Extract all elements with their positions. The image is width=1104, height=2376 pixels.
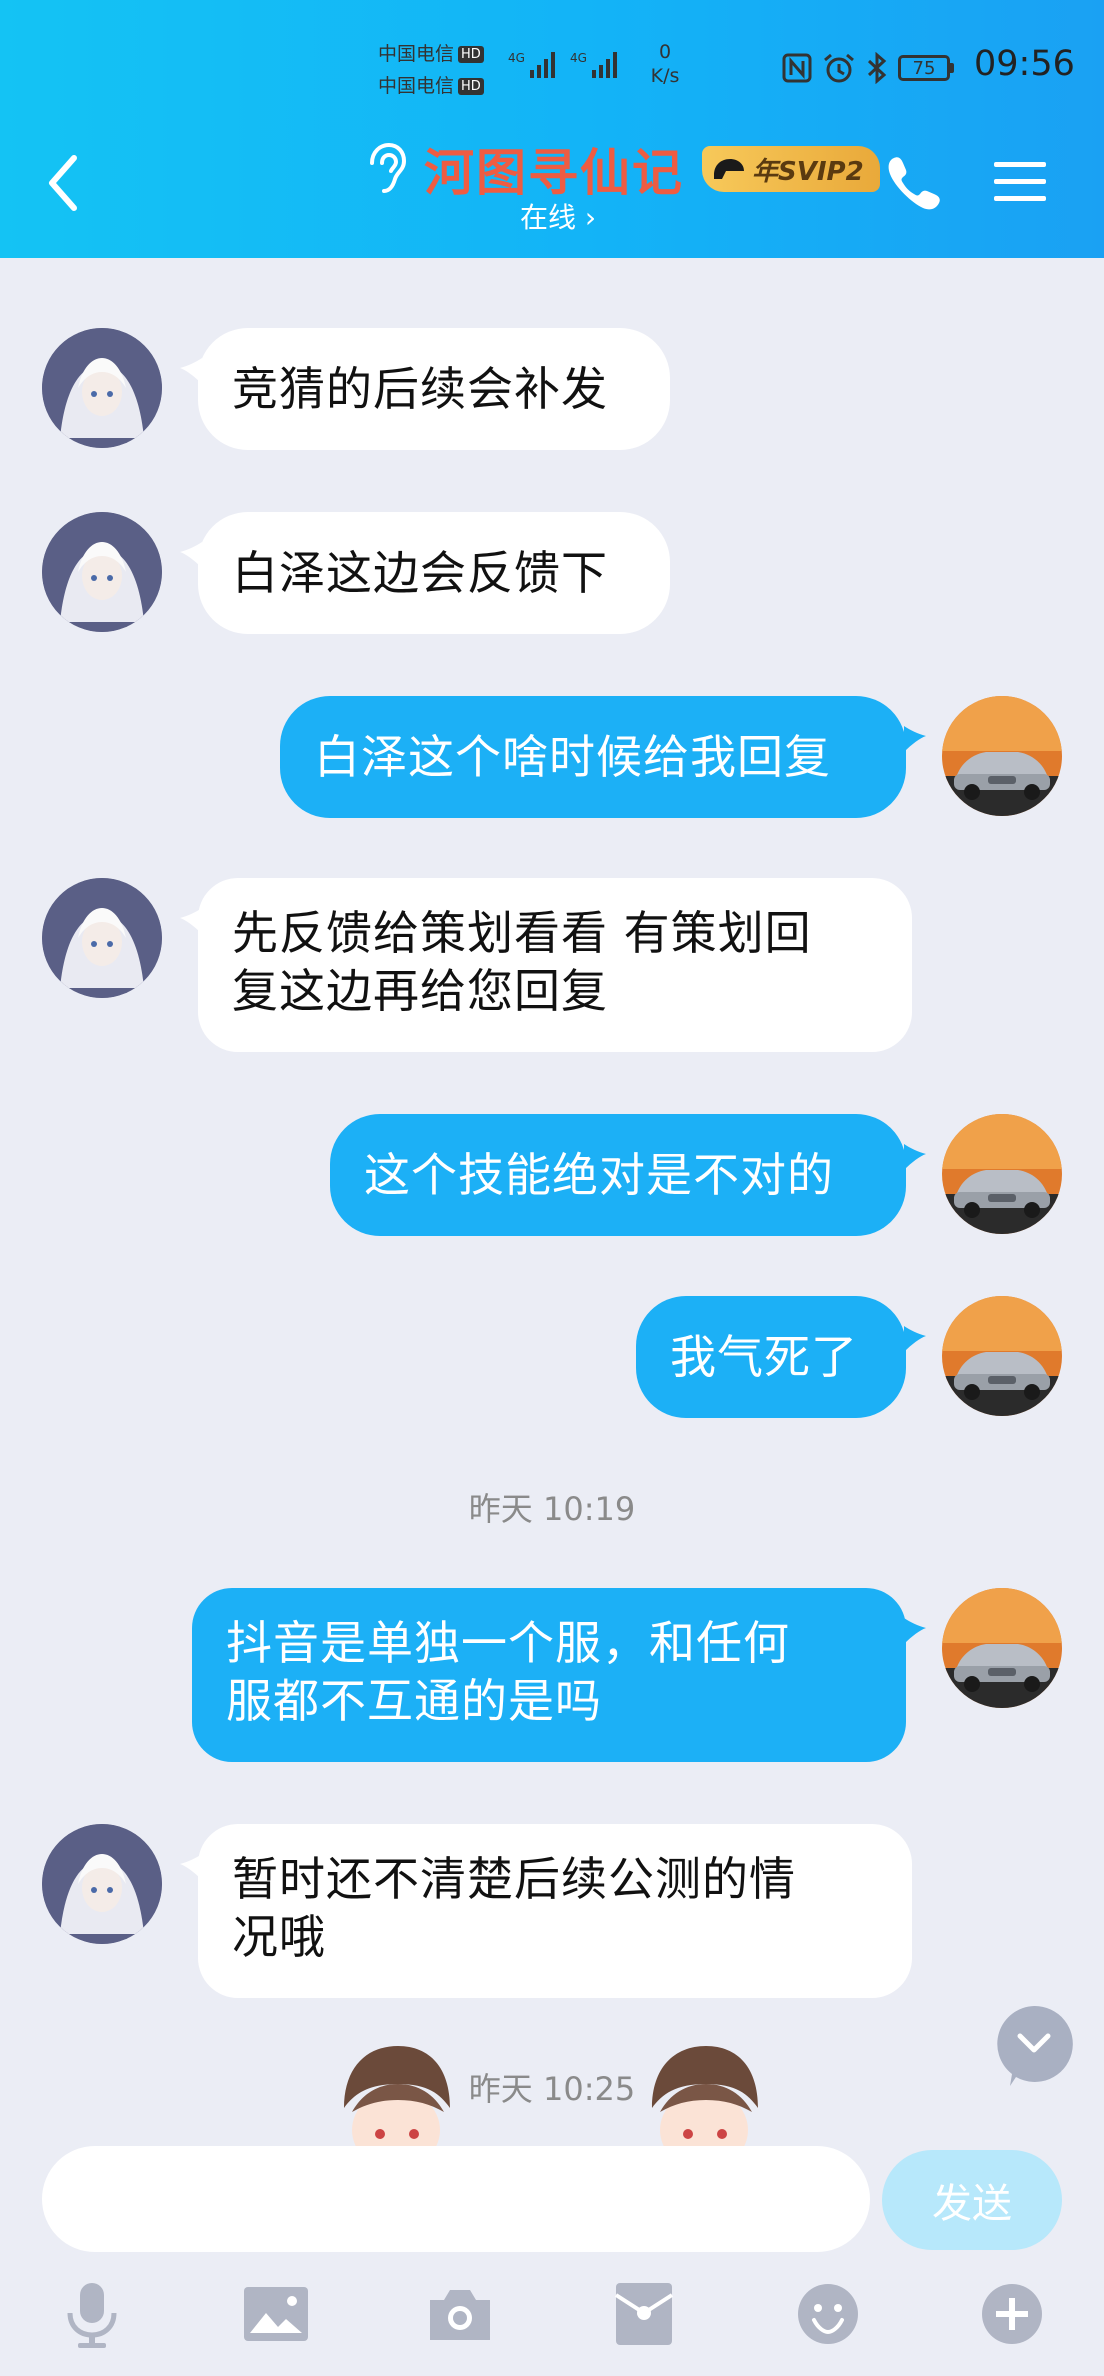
- back-button[interactable]: [40, 150, 92, 216]
- camera-icon: [430, 2290, 490, 2340]
- voice-button[interactable]: [52, 2274, 132, 2354]
- svip-badge: 年SVIP2: [702, 146, 880, 192]
- user-avatar[interactable]: [942, 1296, 1062, 1416]
- message-text: 竞猜的后续会补发: [232, 362, 608, 416]
- contact-avatar[interactable]: [42, 512, 162, 632]
- carrier-1: 中国电信: [378, 43, 455, 65]
- message-bubble-in[interactable]: 白泽这边会反馈下: [198, 512, 670, 634]
- carrier-2: 中国电信: [378, 75, 455, 97]
- input-area: 发送: [0, 2146, 1104, 2376]
- menu-button[interactable]: [992, 158, 1048, 206]
- battery-icon: 75: [898, 55, 954, 81]
- nfc-icon: [782, 53, 812, 83]
- message-text: 白泽这个啥时候给我回复: [314, 730, 831, 784]
- message-text-line: 况哦: [232, 1910, 326, 1964]
- net-speed-unit: K/s: [650, 65, 680, 87]
- hd-badge-2: HD: [458, 78, 484, 95]
- hd-badge-1: HD: [458, 46, 484, 63]
- message-text-line: 复这边再给您回复: [232, 964, 608, 1018]
- status-icons: 75: [782, 50, 954, 86]
- red-packet-button[interactable]: [604, 2274, 684, 2354]
- emoji-icon: [798, 2284, 858, 2344]
- message-text-line: 暂时还不清楚后续公测的情: [232, 1852, 796, 1906]
- message-bubble-out[interactable]: 白泽这个啥时候给我回复: [280, 696, 906, 818]
- microphone-icon: [67, 2283, 117, 2348]
- online-status[interactable]: 在线 ›: [520, 196, 596, 236]
- message-input[interactable]: [42, 2146, 870, 2252]
- scroll-to-bottom-button[interactable]: [992, 2002, 1076, 2086]
- message-text: 白泽这边会反馈下: [232, 546, 608, 600]
- message-text-line: 抖音是单独一个服，和任何: [226, 1616, 790, 1670]
- contact-avatar[interactable]: [42, 1824, 162, 1944]
- image-button[interactable]: [236, 2274, 316, 2354]
- battery-level: 75: [898, 55, 950, 81]
- carrier-info: 中国电信 HD 中国电信 HD: [378, 38, 484, 102]
- user-avatar[interactable]: [942, 1114, 1062, 1234]
- clock: 09:56: [974, 44, 1075, 84]
- message-timestamp: 昨天 10:19: [468, 1490, 636, 1528]
- ear-icon[interactable]: [360, 141, 406, 197]
- message-text-line: 先反馈给策划看看 有策划回: [232, 906, 812, 960]
- helmet-icon: [714, 159, 744, 179]
- net-speed: 0 K/s: [642, 40, 688, 88]
- svip-label: 年SVIP2: [752, 156, 864, 187]
- message-bubble-in[interactable]: 竞猜的后续会补发: [198, 328, 670, 450]
- emoji-button[interactable]: [788, 2274, 868, 2354]
- user-avatar[interactable]: [942, 696, 1062, 816]
- alarm-icon: [824, 53, 854, 83]
- signal-4g-icon-2: 4G: [570, 51, 617, 78]
- signal-4g-icon: 4G: [508, 51, 555, 78]
- bluetooth-icon: [867, 52, 887, 84]
- message-bubble-out[interactable]: 我气死了: [636, 1296, 906, 1418]
- message-text: 我气死了: [670, 1330, 858, 1384]
- contact-name: 河图寻仙记: [424, 144, 684, 202]
- sticker-preview: 昨天 10:25: [0, 2030, 1104, 2146]
- contact-avatar[interactable]: [42, 328, 162, 448]
- send-button[interactable]: 发送: [882, 2150, 1062, 2250]
- chat-toolbar: [0, 2274, 1104, 2364]
- message-bubble-in[interactable]: 先反馈给策划看看 有策划回 复这边再给您回复: [198, 878, 912, 1052]
- title-area[interactable]: 河图寻仙记 年SVIP2: [360, 138, 880, 202]
- message-text: 这个技能绝对是不对的: [364, 1148, 834, 1202]
- svg-text:4G: 4G: [508, 51, 525, 65]
- message-bubble-out[interactable]: 抖音是单独一个服，和任何 服都不互通的是吗: [192, 1588, 906, 1762]
- user-avatar[interactable]: [942, 1588, 1062, 1708]
- plus-icon: [982, 2284, 1042, 2344]
- contact-avatar[interactable]: [42, 878, 162, 998]
- more-button[interactable]: [972, 2274, 1052, 2354]
- chat-header: 中国电信 HD 中国电信 HD 4G 4G 0 K/s 75 09:56 河图寻仙记…: [0, 0, 1104, 258]
- image-icon: [244, 2287, 308, 2341]
- camera-button[interactable]: [420, 2274, 500, 2354]
- message-text-line: 服都不互通的是吗: [226, 1674, 602, 1728]
- phone-call-button[interactable]: [882, 152, 940, 210]
- svg-text:4G: 4G: [570, 51, 587, 65]
- red-packet-icon: [614, 2283, 674, 2345]
- message-bubble-out[interactable]: 这个技能绝对是不对的: [330, 1114, 906, 1236]
- message-bubble-in[interactable]: 暂时还不清楚后续公测的情 况哦: [198, 1824, 912, 1998]
- message-timestamp: 昨天 10:25: [468, 2070, 636, 2108]
- net-speed-value: 0: [658, 41, 672, 63]
